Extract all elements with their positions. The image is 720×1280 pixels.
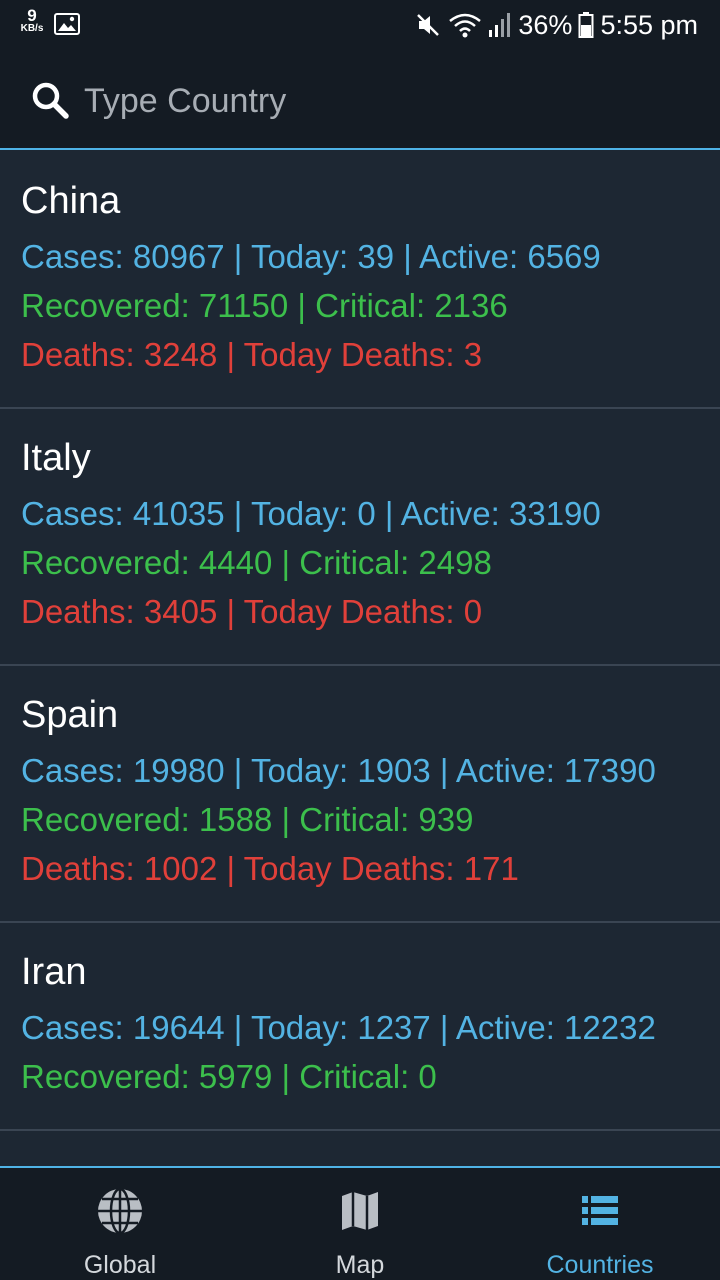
- country-card-china[interactable]: China Cases: 80967 | Today: 39 | Active:…: [0, 152, 720, 409]
- cases-line: Cases: 80967 | Today: 39 | Active: 6569: [21, 238, 601, 275]
- nav-label: Map: [335, 1251, 385, 1279]
- country-name: Italy: [21, 437, 91, 479]
- wifi-icon: [449, 13, 482, 38]
- country-name: Iran: [21, 951, 87, 993]
- recovered-line: Recovered: 5979 | Critical: 0: [21, 1058, 437, 1095]
- nav-countries[interactable]: Countries: [480, 1168, 720, 1280]
- recovered-line: Recovered: 4440 | Critical: 2498: [21, 544, 492, 581]
- deaths-line: Deaths: 1002 | Today Deaths: 171: [21, 850, 519, 887]
- deaths-line: Deaths: 3405 | Today Deaths: 0: [21, 593, 483, 630]
- bottom-nav: Global Map Countries: [0, 1166, 720, 1280]
- battery-percent: 36%: [518, 9, 573, 40]
- network-speed-unit: KB/s: [20, 23, 44, 34]
- signal-icon: [489, 13, 511, 37]
- cases-line: Cases: 41035 | Today: 0 | Active: 33190: [21, 495, 601, 532]
- country-card-iran[interactable]: Iran Cases: 19644 | Today: 1237 | Active…: [0, 923, 720, 1131]
- country-list[interactable]: China Cases: 80967 | Today: 39 | Active:…: [0, 152, 720, 1166]
- nav-map[interactable]: Map: [240, 1168, 480, 1280]
- country-card-italy[interactable]: Italy Cases: 41035 | Today: 0 | Active: …: [0, 409, 720, 666]
- country-name: Spain: [21, 694, 119, 736]
- recovered-line: Recovered: 71150 | Critical: 2136: [21, 287, 508, 324]
- nav-label: Countries: [546, 1251, 654, 1279]
- image-icon: [54, 13, 80, 35]
- list-icon: [574, 1185, 626, 1237]
- clock: 5:55 pm: [600, 9, 698, 40]
- country-card-spain[interactable]: Spain Cases: 19980 | Today: 1903 | Activ…: [0, 666, 720, 923]
- search-bar: [0, 52, 720, 150]
- mute-icon: [417, 14, 440, 36]
- nav-global[interactable]: Global: [0, 1168, 240, 1280]
- search-icon[interactable]: [30, 80, 70, 120]
- cases-line: Cases: 19980 | Today: 1903 | Active: 173…: [21, 752, 656, 789]
- globe-icon: [94, 1185, 146, 1237]
- cases-line: Cases: 19644 | Today: 1237 | Active: 122…: [21, 1009, 656, 1046]
- deaths-line: Deaths: 3248 | Today Deaths: 3: [21, 336, 483, 373]
- network-speed: 9 KB/s: [16, 6, 48, 34]
- map-icon: [334, 1185, 386, 1237]
- country-name: China: [21, 180, 121, 222]
- battery-icon: [578, 12, 594, 38]
- recovered-line: Recovered: 1588 | Critical: 939: [21, 801, 474, 838]
- network-speed-value: 9: [27, 6, 37, 25]
- search-input[interactable]: [84, 74, 684, 128]
- status-bar: 9 KB/s 36% 5:55 pm: [0, 0, 720, 52]
- nav-label: Global: [83, 1251, 157, 1279]
